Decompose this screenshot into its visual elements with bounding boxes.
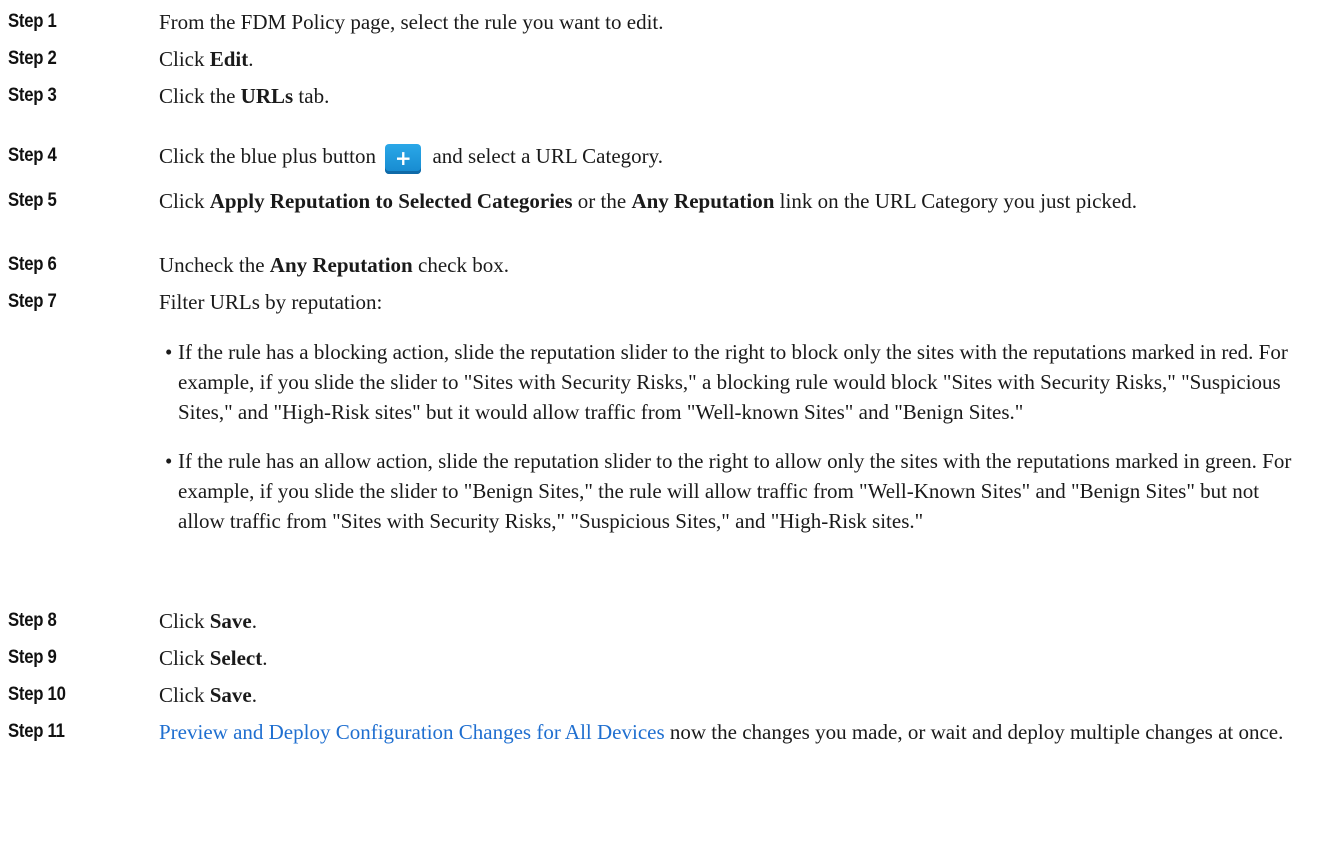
step-text: Click Edit. xyxy=(159,44,1299,74)
step-text-part: Click xyxy=(159,646,210,670)
ui-term: Save xyxy=(209,609,252,633)
list-item: • If the rule has a blocking action, sli… xyxy=(165,337,1308,427)
step-text-part: Click xyxy=(159,189,210,213)
step-text-part: Click the blue plus button xyxy=(159,144,376,168)
step-text-part: and select a URL Category. xyxy=(432,144,664,168)
ui-term: Any Reputation xyxy=(269,253,413,277)
step-text-part: . xyxy=(251,609,257,633)
bullet-text: If the rule has an allow action, slide t… xyxy=(178,449,1292,533)
ui-term: Apply Reputation to Selected Categories xyxy=(209,189,573,213)
plus-icon: + xyxy=(385,144,422,174)
step-text: Click the blue plus button + and select … xyxy=(159,141,1299,174)
step-label: Step 6 xyxy=(8,254,57,275)
step-text: Click the URLs tab. xyxy=(159,81,1299,111)
step-text-part: Click xyxy=(159,609,210,633)
step-text: Uncheck the Any Reputation check box. xyxy=(159,250,1299,280)
list-item: • If the rule has an allow action, slide… xyxy=(165,446,1308,536)
step-text: Click Select. xyxy=(159,643,1299,673)
step-text: Click Apply Reputation to Selected Categ… xyxy=(159,186,1299,216)
step-label: Step 7 xyxy=(8,291,57,312)
step-text-part: Click xyxy=(159,683,210,707)
step-text-part: Uncheck the xyxy=(159,253,270,277)
step-text-part: . xyxy=(251,683,257,707)
step-label: Step 2 xyxy=(8,48,57,69)
bullet-marker: • xyxy=(165,449,173,473)
step-text-part: Click xyxy=(159,47,210,71)
step-text: Click Save. xyxy=(159,606,1299,636)
bullet-marker: • xyxy=(165,340,173,364)
step-text-part: or the xyxy=(572,189,632,213)
step-label: Step 5 xyxy=(8,190,57,211)
step-text: From the FDM Policy page, select the rul… xyxy=(159,10,664,34)
ui-term: Select xyxy=(209,646,263,670)
ui-term: URLs xyxy=(240,84,294,108)
ui-term: Any Reputation xyxy=(631,189,775,213)
procedure-document: Step 1 From the FDM Policy page, select … xyxy=(0,0,1331,854)
step-text-part: now the changes you made, or wait and de… xyxy=(664,720,1284,744)
step-text: Preview and Deploy Configuration Changes… xyxy=(159,717,1299,747)
step-text: Filter URLs by reputation: xyxy=(159,290,383,314)
step-label: Step 1 xyxy=(8,11,57,32)
step-label: Step 11 xyxy=(8,721,65,742)
ui-term: Save xyxy=(209,683,252,707)
step-text-part: check box. xyxy=(412,253,509,277)
preview-deploy-link[interactable]: Preview and Deploy Configuration Changes… xyxy=(159,720,665,744)
step-label: Step 10 xyxy=(8,684,66,705)
step-text-part: . xyxy=(248,47,254,71)
step-label: Step 8 xyxy=(8,610,57,631)
step-text-part: link on the URL Category you just picked… xyxy=(774,189,1137,213)
ui-term: Edit xyxy=(209,47,249,71)
step-text-part: tab. xyxy=(293,84,330,108)
step-text-part: . xyxy=(262,646,268,670)
step-text-part: Click the xyxy=(159,84,241,108)
step-label: Step 9 xyxy=(8,647,57,668)
step-text: Click Save. xyxy=(159,680,1299,710)
step-label: Step 3 xyxy=(8,85,57,106)
step-label: Step 4 xyxy=(8,145,57,166)
bullet-text: If the rule has a blocking action, slide… xyxy=(178,340,1288,424)
